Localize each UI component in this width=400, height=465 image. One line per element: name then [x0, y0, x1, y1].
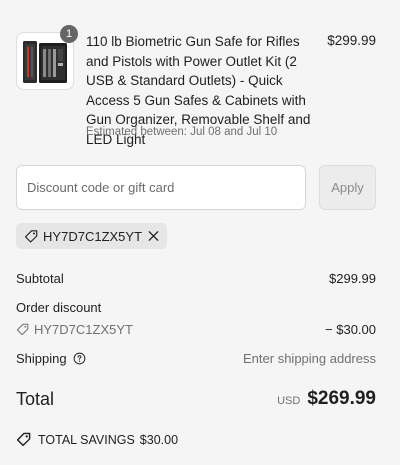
applied-discount-code: HY7D7C1ZX5YT [43, 228, 143, 244]
order-discount-value: − $30.00 [325, 322, 376, 337]
gun-safe-image [23, 41, 67, 83]
estimated-delivery: Estimated between: Jul 08 and Jul 10 [86, 126, 278, 138]
savings-tag-icon [16, 432, 31, 447]
total-currency: USD [277, 395, 301, 407]
total-savings: TOTAL SAVINGS $30.00 [16, 432, 178, 447]
shipping-label: Shipping [16, 351, 67, 366]
tag-icon [24, 229, 38, 243]
shipping-label-row: Shipping [16, 351, 86, 366]
order-discount-label: Order discount [16, 300, 102, 315]
total-savings-value: $30.00 [139, 432, 179, 447]
order-discount-code: HY7D7C1ZX5YT [34, 322, 133, 337]
help-circle-icon[interactable] [73, 352, 86, 365]
subtotal-label: Subtotal [16, 271, 64, 286]
discount-code-input[interactable] [16, 165, 306, 210]
close-icon[interactable] [146, 228, 161, 244]
total-value-group: USD $269.99 [277, 388, 376, 410]
quantity-badge: 1 [60, 25, 78, 43]
total-savings-label: TOTAL SAVINGS [38, 432, 135, 447]
total-label: Total [16, 389, 55, 409]
tag-icon [16, 323, 29, 336]
applied-discount-chip: HY7D7C1ZX5YT [16, 223, 167, 249]
subtotal-value: $299.99 [329, 271, 376, 286]
shipping-value: Enter shipping address [243, 351, 376, 366]
total-amount: $269.99 [307, 388, 376, 409]
order-discount-code-row: HY7D7C1ZX5YT [16, 322, 133, 337]
product-price: $299.99 [327, 33, 376, 48]
apply-discount-button[interactable]: Apply [319, 165, 376, 210]
